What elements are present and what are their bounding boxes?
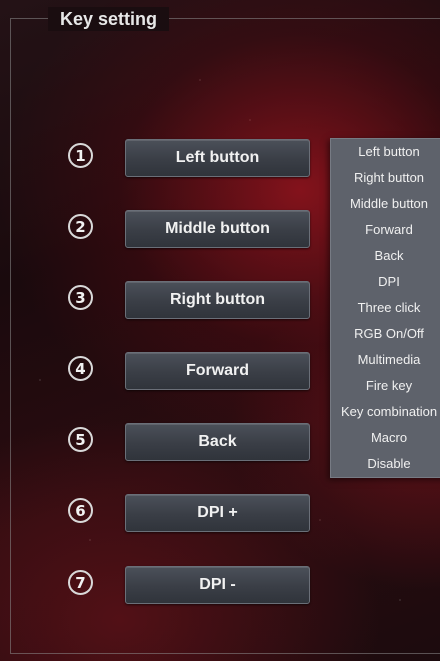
menu-item-right-button[interactable]: Right button <box>331 165 440 191</box>
menu-item-fire-key[interactable]: Fire key <box>331 373 440 399</box>
left-button-key[interactable]: Left button <box>125 139 310 177</box>
number-1-badge: 1 <box>68 143 93 168</box>
menu-item-left-button[interactable]: Left button <box>331 139 440 165</box>
number-7-badge: 7 <box>68 570 93 595</box>
menu-item-multimedia[interactable]: Multimedia <box>331 347 440 373</box>
key-function-dropdown: Left button Right button Middle button F… <box>330 138 440 478</box>
menu-item-dpi[interactable]: DPI <box>331 269 440 295</box>
dpi-plus-button-key[interactable]: DPI + <box>125 494 310 532</box>
number-4-badge: 4 <box>68 356 93 381</box>
number-3-badge: 3 <box>68 285 93 310</box>
panel-title: Key setting <box>48 7 170 31</box>
menu-item-three-click[interactable]: Three click <box>331 295 440 321</box>
menu-item-middle-button[interactable]: Middle button <box>331 191 440 217</box>
menu-item-back[interactable]: Back <box>331 243 440 269</box>
number-5-badge: 5 <box>68 427 93 452</box>
right-button-key[interactable]: Right button <box>125 281 310 319</box>
menu-item-disable[interactable]: Disable <box>331 451 440 477</box>
forward-button-key[interactable]: Forward <box>125 352 310 390</box>
dpi-minus-button-key[interactable]: DPI - <box>125 566 310 604</box>
back-button-key[interactable]: Back <box>125 423 310 461</box>
menu-item-macro[interactable]: Macro <box>331 425 440 451</box>
number-6-badge: 6 <box>68 498 93 523</box>
middle-button-key[interactable]: Middle button <box>125 210 310 248</box>
number-2-badge: 2 <box>68 214 93 239</box>
menu-item-key-combination[interactable]: Key combination <box>331 399 440 425</box>
menu-item-forward[interactable]: Forward <box>331 217 440 243</box>
menu-item-rgb-toggle[interactable]: RGB On/Off <box>331 321 440 347</box>
